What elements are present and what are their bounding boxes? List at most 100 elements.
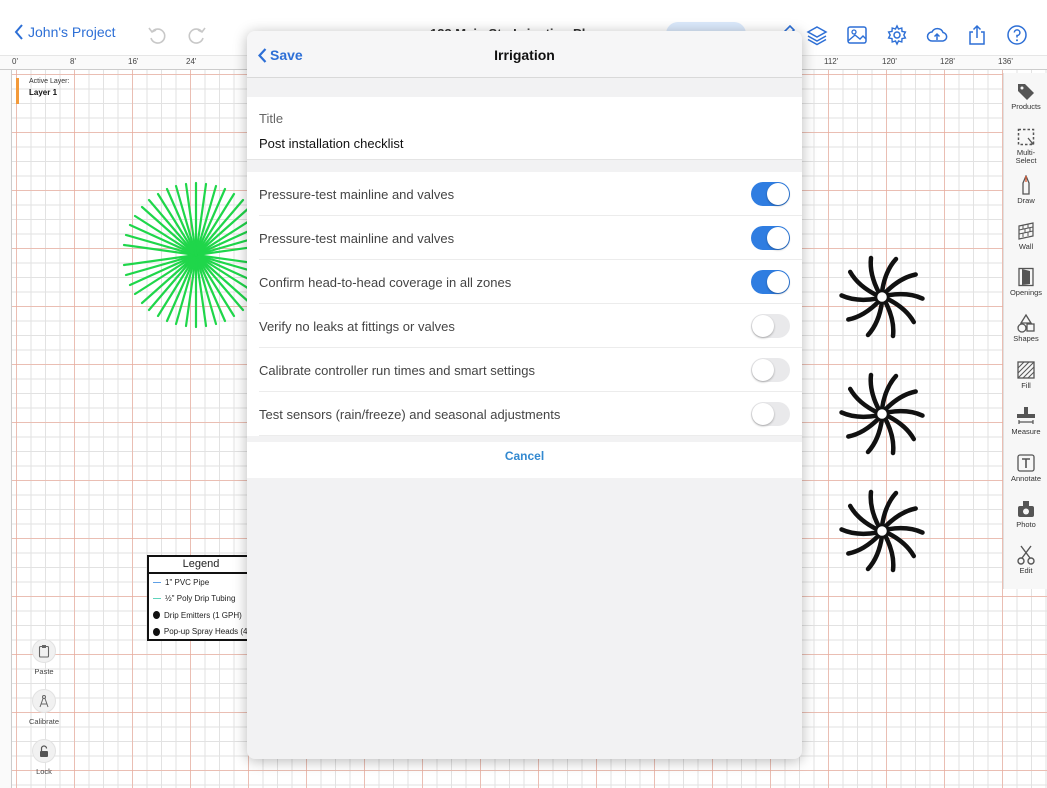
legend-item-label: Pop-up Spray Heads (4") <box>163 627 253 637</box>
palette-label: Fill <box>1021 381 1031 390</box>
ruler-tick: 8' <box>70 57 76 66</box>
legend-item: Pop-up Spray Heads (4") <box>149 624 253 641</box>
palette-label: Annotate <box>1010 474 1042 483</box>
back-to-project-button[interactable]: John's Project <box>14 24 116 40</box>
palette-label: Draw <box>1017 196 1035 205</box>
drip-tubing-line-marker <box>153 598 161 600</box>
checklist-toggle[interactable] <box>751 314 790 338</box>
lock-icon <box>40 745 48 757</box>
palette-measure[interactable]: Measure <box>1004 406 1047 436</box>
palette-fill[interactable]: Fill <box>1004 360 1047 390</box>
checklist-toggle[interactable] <box>751 358 790 382</box>
checklist-item[interactable]: Pressure-test mainline and valves <box>259 216 802 260</box>
checklist-item-label: Confirm head-to-head coverage in all zon… <box>259 275 512 290</box>
checklist-item-label: Pressure-test mainline and valves <box>259 187 455 202</box>
checklist-item-label: Test sensors (rain/freeze) and seasonal … <box>259 407 561 422</box>
marquee-icon <box>1017 128 1035 146</box>
rotor-head-symbol[interactable] <box>837 369 927 459</box>
clipboard-icon <box>38 645 50 658</box>
palette-label: Edit <box>1019 566 1033 575</box>
tag-icon <box>1018 84 1034 100</box>
emitter-dot-marker <box>153 611 160 620</box>
chevron-left-icon <box>14 24 23 40</box>
ruler-tick: 128' <box>940 57 955 66</box>
palette-photo[interactable]: Photo <box>1004 499 1047 529</box>
door-icon <box>1018 267 1034 287</box>
checklist-toggle[interactable] <box>751 402 790 426</box>
palette-label: Photo <box>1016 520 1036 529</box>
help-icon[interactable] <box>1006 24 1028 46</box>
toggle-knob <box>752 359 774 381</box>
compass-icon <box>39 695 49 708</box>
shapes-icon <box>1017 313 1035 333</box>
palette-label: Measure <box>1011 427 1041 436</box>
undo-icon[interactable] <box>146 24 168 46</box>
palette-edit[interactable]: Edit <box>1004 545 1047 575</box>
checklist-item-label: Pressure-test mainline and valves <box>259 231 455 246</box>
palette-openings[interactable]: Openings <box>1004 267 1047 297</box>
active-layer-value: Layer 1 <box>29 88 58 97</box>
hatch-fill-icon <box>1017 361 1035 379</box>
legend-item-label: Drip Emitters (1 GPH) <box>164 610 242 620</box>
checklist-toggle[interactable] <box>751 226 790 250</box>
legend-item-label: 1" PVC Pipe <box>165 577 210 587</box>
legend-item: 1" PVC Pipe <box>149 574 253 591</box>
palette-products[interactable]: Products <box>1004 81 1047 111</box>
palette-shapes[interactable]: Shapes <box>1004 313 1047 343</box>
ruler-tick: 136' <box>998 57 1013 66</box>
palette-label: Shapes <box>1013 334 1039 343</box>
calibrate-button[interactable]: Calibrate <box>26 689 62 726</box>
palette-wall[interactable]: Wall <box>1004 221 1047 251</box>
tool-palette: Products Multi- Select Draw Wall Opening… <box>1003 73 1047 589</box>
rotor-head-symbol[interactable] <box>837 252 927 342</box>
toggle-knob <box>767 183 789 205</box>
pen-icon <box>1022 175 1030 195</box>
title-field[interactable]: Title Post installation checklist <box>247 97 802 160</box>
checklist-item[interactable]: Pressure-test mainline and valves <box>259 172 802 216</box>
image-icon[interactable] <box>846 24 868 46</box>
title-field-value[interactable]: Post installation checklist <box>259 136 404 151</box>
irrigation-checklist-modal: Save Irrigation Title Post installation … <box>247 31 802 759</box>
checklist-toggle[interactable] <box>751 182 790 206</box>
rotor-head-symbol[interactable] <box>837 486 927 576</box>
checklist-item[interactable]: Test sensors (rain/freeze) and seasonal … <box>259 392 802 436</box>
legend-item: ½" Poly Drip Tubing <box>149 591 253 608</box>
redo-icon[interactable] <box>186 24 208 46</box>
palette-annotate[interactable]: Annotate <box>1004 453 1047 483</box>
title-field-label: Title <box>259 111 284 126</box>
toggle-knob <box>752 315 774 337</box>
checklist-item[interactable]: Calibrate controller run times and smart… <box>259 348 802 392</box>
checklist: Pressure-test mainline and valves Pressu… <box>247 172 802 436</box>
modal-header: Save Irrigation <box>247 31 802 78</box>
checklist-item[interactable]: Verify no leaks at fittings or valves <box>259 304 802 348</box>
measure-icon <box>1017 407 1035 424</box>
layers-icon[interactable] <box>806 24 828 46</box>
cancel-button[interactable]: Cancel <box>247 442 802 478</box>
lock-button[interactable]: Lock <box>26 739 62 776</box>
paste-label: Paste <box>34 667 54 676</box>
ruler-tick: 112' <box>824 57 839 66</box>
text-box-icon <box>1017 454 1035 472</box>
checklist-toggle[interactable] <box>751 270 790 294</box>
checklist-item[interactable]: Confirm head-to-head coverage in all zon… <box>259 260 802 304</box>
spray-head-dot-marker <box>153 627 160 636</box>
ruler-tick: 120' <box>882 57 897 66</box>
back-label: John's Project <box>28 24 116 40</box>
share-icon[interactable] <box>966 24 988 46</box>
cloud-upload-icon[interactable] <box>926 24 948 46</box>
palette-draw[interactable]: Draw <box>1004 175 1047 205</box>
palette-multi-select[interactable]: Multi- Select <box>1004 127 1047 165</box>
active-layer-indicator[interactable]: Active Layer: Layer 1 <box>16 78 69 104</box>
legend-box[interactable]: Legend 1" PVC Pipe ½" Poly Drip Tubing D… <box>147 555 255 641</box>
paste-button[interactable]: Paste <box>26 639 62 676</box>
active-layer-label: Active Layer: <box>29 78 70 85</box>
gear-icon[interactable] <box>886 24 908 46</box>
pvc-pipe-line-marker <box>153 581 161 583</box>
lock-label: Lock <box>36 767 52 776</box>
palette-label: Wall <box>1018 242 1034 251</box>
brick-wall-icon <box>1018 222 1034 240</box>
checklist-item-label: Verify no leaks at fittings or valves <box>259 319 455 334</box>
legend-item: Drip Emitters (1 GPH) <box>149 607 253 624</box>
scissors-icon <box>1017 545 1035 565</box>
legend-item-label: ½" Poly Drip Tubing <box>165 594 236 604</box>
